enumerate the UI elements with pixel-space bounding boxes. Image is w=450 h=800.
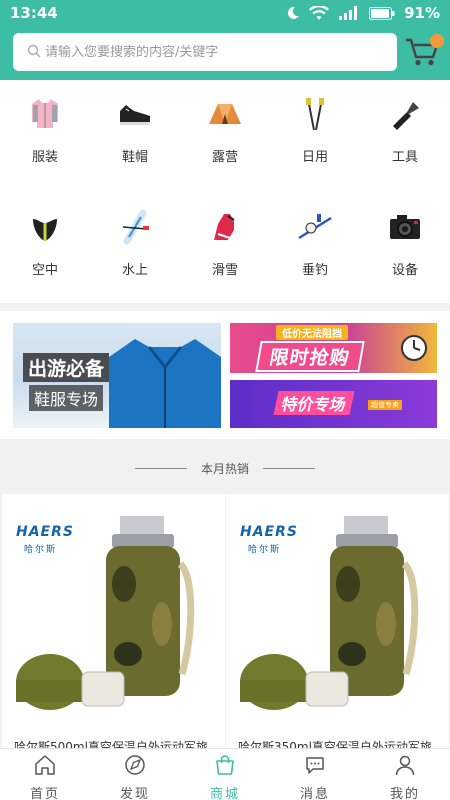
paddleboard-icon [115, 207, 155, 247]
product-card[interactable]: HAERS 哈尔斯 哈尔斯500ml真空保温户外运动军旅 [2, 494, 225, 754]
category-label: 空中 [31, 263, 58, 278]
search-bar[interactable] [13, 33, 397, 71]
banner-tag: 超值专卖 [368, 400, 402, 410]
message-icon [304, 754, 326, 780]
hot-section-header: 本月热销 [0, 448, 450, 488]
banner-main-text: 限时抢购 [255, 341, 365, 372]
clock-icon [399, 333, 429, 367]
tab-label: 商城 [209, 787, 240, 800]
category-camping[interactable]: 露营 [180, 94, 270, 165]
search-icon [27, 43, 45, 62]
banner-flash-sale[interactable]: 低价无法阻挡 限时抢购 [230, 323, 437, 373]
jacket-icon [25, 94, 65, 134]
banner-special-offer[interactable]: 特价专场 超值专卖 [230, 380, 437, 428]
bottom-tab-bar: 首页 发现 商城 消息 我的 [0, 748, 450, 800]
category-equipment[interactable]: 设备 [360, 207, 450, 278]
fishing-reel-icon [295, 207, 335, 247]
category-label: 服装 [31, 150, 58, 165]
category-label: 滑雪 [211, 263, 238, 278]
category-ski[interactable]: 滑雪 [180, 207, 270, 278]
category-label: 露营 [211, 150, 238, 165]
category-label: 垂钓 [301, 263, 328, 278]
tab-label: 我的 [389, 787, 420, 800]
user-icon [394, 754, 416, 780]
divider [134, 467, 187, 469]
product-brand: HAERS [240, 524, 298, 540]
hot-section-title: 本月热销 [200, 461, 249, 476]
banner-main-text: 特价专场 [273, 391, 355, 415]
jacket-image [109, 339, 221, 428]
product-brand-cn: 哈尔斯 [248, 545, 282, 555]
category-shoes[interactable]: 鞋帽 [90, 94, 180, 165]
home-icon [34, 754, 56, 780]
banner-top-text: 低价无法阻挡 [276, 325, 348, 340]
wifi-icon [309, 5, 330, 21]
tab-home[interactable]: 首页 [0, 749, 90, 800]
banner-shoes-clothing[interactable]: 出游必备 鞋服专场 [13, 323, 221, 428]
cart-badge [430, 34, 444, 48]
trekking-poles-icon [295, 94, 335, 134]
category-daily[interactable]: 日用 [270, 94, 360, 165]
category-label: 日用 [301, 150, 328, 165]
cart-icon [404, 38, 440, 72]
category-tools[interactable]: 工具 [360, 94, 450, 165]
ski-glove-icon [205, 207, 245, 247]
camera-icon [385, 207, 425, 247]
divider [263, 467, 315, 469]
product-card[interactable]: HAERS 哈尔斯 哈尔斯350ml真空保温户外运动军旅 [226, 494, 449, 754]
header [0, 26, 450, 80]
tab-profile[interactable]: 我的 [360, 749, 450, 800]
battery-icon [369, 6, 395, 20]
category-air[interactable]: 空中 [0, 207, 90, 278]
banner-subtitle: 鞋服专场 [29, 385, 104, 411]
flashlight-icon [385, 94, 425, 134]
signal-icon [338, 6, 360, 20]
category-label: 设备 [391, 263, 418, 278]
tab-label: 发现 [119, 787, 150, 800]
tab-messages[interactable]: 消息 [270, 749, 360, 800]
category-label: 工具 [391, 150, 418, 165]
cart-button[interactable] [404, 34, 444, 70]
category-fishing[interactable]: 垂钓 [270, 207, 360, 278]
category-grid: 服装 鞋帽 露营 日用 工具 空中 水上 滑雪 垂钓 设备 [0, 80, 450, 303]
status-time: 13:44 [10, 4, 58, 22]
product-brand-cn: 哈尔斯 [24, 545, 58, 555]
status-bar: 13:44 91% [0, 0, 450, 26]
tent-icon [205, 94, 245, 134]
product-list: HAERS 哈尔斯 哈尔斯500ml真空保温户外运动军旅 HAERS 哈尔斯 哈… [0, 494, 450, 754]
moon-icon [286, 6, 300, 20]
tab-label: 首页 [29, 787, 60, 800]
category-label: 水上 [121, 263, 148, 278]
product-brand: HAERS [16, 524, 74, 540]
banner-title: 出游必备 [23, 353, 110, 382]
promo-banners: 出游必备 鞋服专场 低价无法阻挡 限时抢购 特价专场 超值专卖 [0, 311, 450, 439]
tab-mall[interactable]: 商城 [180, 749, 270, 800]
search-input[interactable] [45, 44, 375, 60]
tab-discover[interactable]: 发现 [90, 749, 180, 800]
discover-icon [124, 754, 146, 780]
tab-label: 消息 [299, 787, 330, 800]
category-label: 鞋帽 [121, 150, 148, 165]
shopping-bag-icon [214, 754, 236, 780]
category-water[interactable]: 水上 [90, 207, 180, 278]
shoe-icon [115, 94, 155, 134]
harness-icon [25, 207, 65, 247]
battery-percent: 91% [404, 4, 440, 22]
category-clothing[interactable]: 服装 [0, 94, 90, 165]
